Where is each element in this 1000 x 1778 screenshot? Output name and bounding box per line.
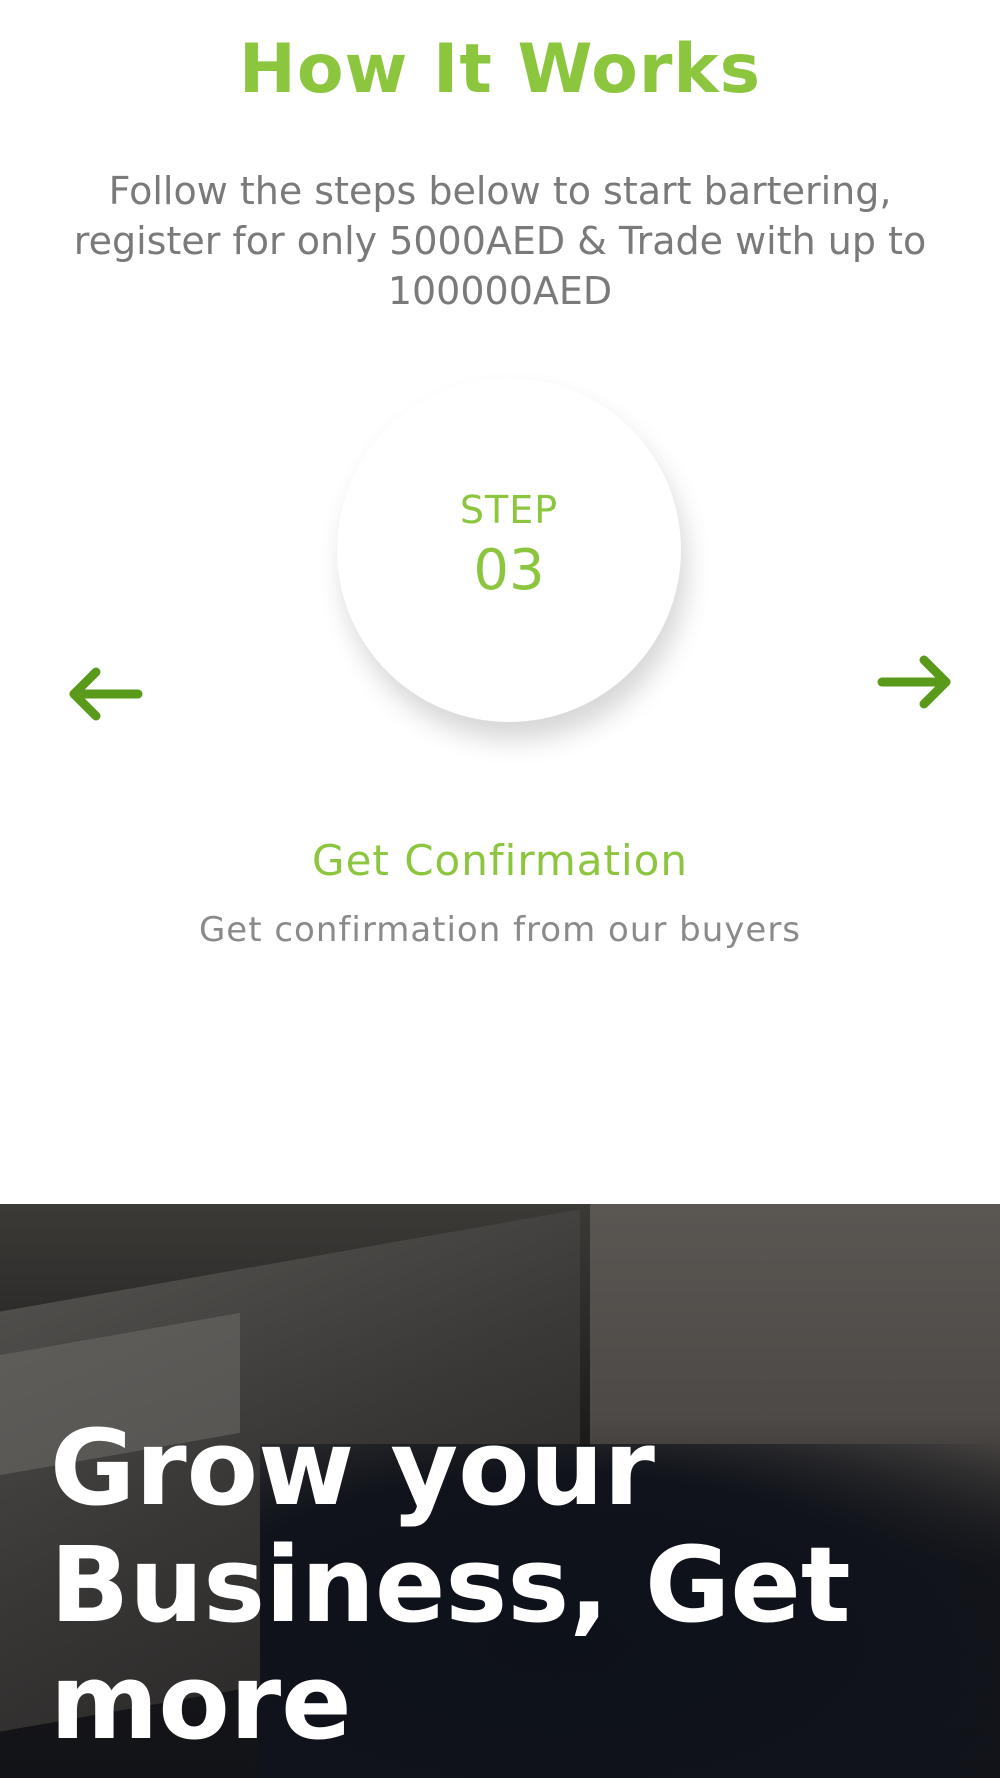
hero-title: Grow your Business, Get more: [50, 1407, 851, 1763]
step-title: Get Confirmation: [312, 836, 688, 885]
how-it-works-section: How It Works Follow the steps below to s…: [0, 0, 1000, 1204]
prev-step-button[interactable]: [66, 664, 146, 724]
step-description: Get confirmation from our buyers: [198, 910, 802, 950]
section-subtitle: Follow the steps below to start barterin…: [73, 169, 927, 313]
next-step-button[interactable]: [874, 652, 954, 712]
arrow-right-icon: [877, 655, 951, 709]
step-label: STEP: [459, 488, 559, 532]
step-circle: STEP 03: [337, 378, 681, 722]
section-title: How It Works: [238, 30, 762, 109]
step-number: 03: [473, 538, 545, 603]
arrow-left-icon: [69, 667, 143, 721]
